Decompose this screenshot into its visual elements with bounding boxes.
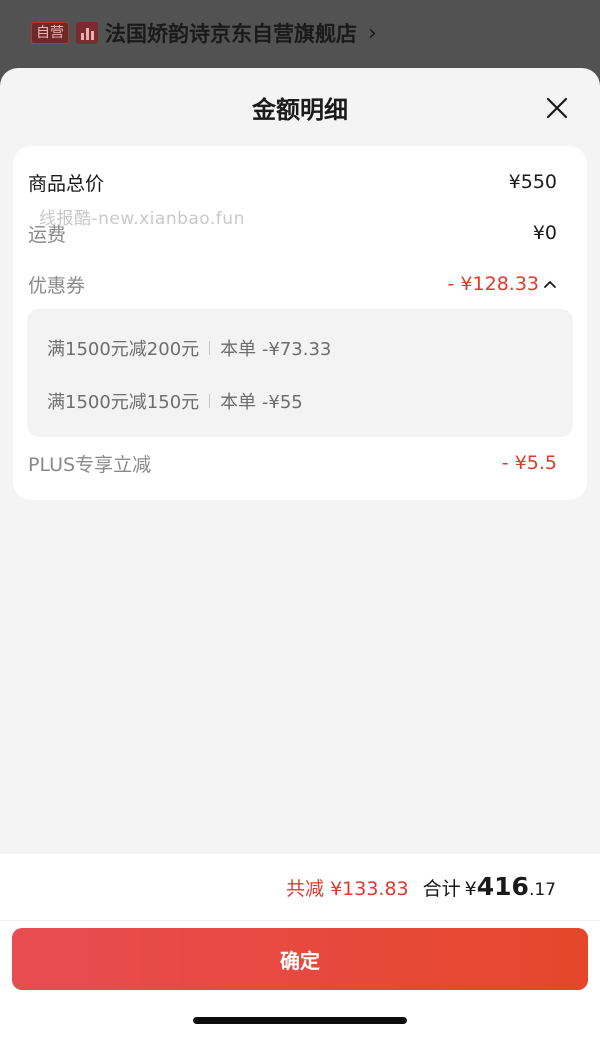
divider — [209, 341, 211, 355]
coupon-item: 满1500元减200元 本单 -¥73.33 — [47, 335, 331, 361]
total-integer: 416 — [476, 872, 529, 901]
row-value: ¥550 — [508, 171, 557, 193]
divider — [0, 920, 600, 921]
price-summary: 共减 ¥133.83 合计 ¥ 416 .17 — [286, 872, 556, 901]
row-value: - ¥5.5 — [501, 452, 557, 474]
row-label: 商品总价 — [28, 172, 105, 195]
row-value: ¥0 — [532, 222, 557, 244]
row-goods-total: 商品总价 ¥550 — [28, 168, 557, 196]
row-shipping: 运费 ¥0 — [28, 219, 557, 247]
close-icon[interactable] — [543, 94, 571, 122]
total-label: 合计 — [422, 878, 461, 900]
bar-chart-icon — [76, 22, 98, 44]
shop-link[interactable]: 自营 法国娇韵诗京东自营旗舰店 › — [31, 18, 377, 48]
row-value: - ¥128.33 — [447, 273, 539, 295]
row-coupon[interactable]: 优惠券 - ¥128.33 — [28, 270, 557, 298]
coupon-item: 满1500元减150元 本单 -¥55 — [47, 388, 303, 414]
confirm-button[interactable]: 确定 — [12, 928, 588, 990]
coupon-detail: 本单 -¥73.33 — [220, 339, 332, 360]
row-label: 优惠券 — [28, 274, 86, 297]
home-indicator — [193, 1017, 407, 1024]
shop-name: 法国娇韵诗京东自营旗舰店 — [105, 22, 357, 46]
sheet-title: 金额明细 — [252, 96, 348, 124]
row-label: PLUS专享立减 — [28, 453, 152, 476]
coupon-detail-box: 满1500元减200元 本单 -¥73.33 满1500元减150元 本单 -¥… — [27, 309, 573, 437]
page: 自营 法国娇韵诗京东自营旗舰店 › 金额明细 商品总价 ¥550 线报酷-new… — [0, 0, 600, 1041]
coupon-rule: 满1500元减200元 — [47, 339, 200, 360]
coupon-toggle[interactable]: - ¥128.33 — [448, 273, 557, 295]
coupon-detail: 本单 -¥55 — [220, 392, 303, 413]
footer-bar: 共减 ¥133.83 合计 ¥ 416 .17 确定 — [0, 854, 600, 1041]
row-plus-discount: PLUS专享立减 - ¥5.5 — [28, 449, 557, 477]
self-operated-badge: 自营 — [31, 22, 69, 44]
divider — [209, 394, 211, 408]
amount-card: 商品总价 ¥550 线报酷-new.xianbao.fun 运费 ¥0 优惠券 … — [13, 146, 587, 500]
coupon-rule: 满1500元减150元 — [47, 392, 200, 413]
chevron-up-icon[interactable] — [543, 279, 557, 289]
chevron-right-icon: › — [368, 20, 377, 46]
total-saved: 共减 ¥133.83 — [286, 878, 409, 900]
total-decimal: .17 — [528, 880, 556, 900]
amount-detail-sheet: 金额明细 商品总价 ¥550 线报酷-new.xianbao.fun 运费 ¥0… — [0, 68, 600, 1041]
total-currency: ¥ — [464, 878, 477, 900]
row-label: 运费 — [28, 223, 67, 246]
